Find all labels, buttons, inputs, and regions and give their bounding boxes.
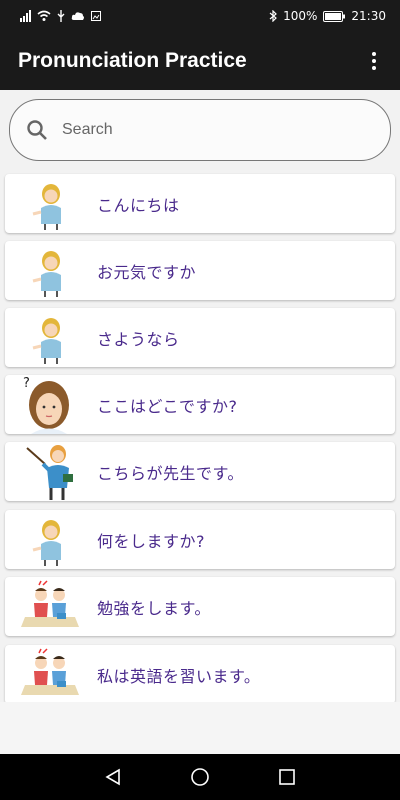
phrase-text: 私は英語を習います。 (97, 666, 261, 686)
students-studying-illustration (5, 577, 85, 636)
recents-square-icon[interactable] (272, 762, 302, 792)
signal-icon (20, 10, 31, 22)
navigation-bar (0, 754, 400, 800)
svg-text:?: ? (23, 376, 30, 391)
phrase-list: こんにちは お元気ですか さようなら ? ここはどこですか? こちらが先生です。… (0, 172, 400, 702)
battery-icon (323, 10, 346, 22)
woman-presenting-illustration (5, 174, 85, 233)
app-bar: Pronunciation Practice (0, 32, 400, 90)
status-bar: 100% 21:30 (0, 0, 400, 32)
back-triangle-icon[interactable] (98, 762, 128, 792)
list-item[interactable]: ? ここはどこですか? (5, 375, 395, 434)
wifi-icon (37, 10, 51, 21)
list-item[interactable]: さようなら (5, 308, 395, 367)
status-right: 100% 21:30 (269, 9, 386, 23)
phrase-text: 勉強をします。 (97, 598, 211, 618)
bluetooth-icon (269, 10, 277, 22)
students-studying-illustration (5, 645, 85, 702)
teacher-pointer-illustration (5, 442, 85, 501)
phrase-text: 何をしますか? (97, 531, 205, 551)
search-icon (27, 120, 47, 140)
woman-presenting-illustration (5, 308, 85, 367)
search-input[interactable] (62, 121, 342, 139)
more-vert-icon[interactable] (362, 46, 386, 76)
clock: 21:30 (351, 9, 386, 23)
woman-presenting-illustration (5, 510, 85, 569)
photo-icon (91, 11, 101, 21)
phrase-text: お元気ですか (97, 262, 197, 282)
phrase-text: こちらが先生です。 (97, 463, 244, 483)
status-left (20, 10, 101, 22)
list-bottom-area (0, 702, 400, 754)
home-circle-icon[interactable] (185, 762, 215, 792)
phrase-text: こんにちは (97, 195, 180, 215)
usb-icon (57, 10, 65, 22)
phrase-text: さようなら (97, 329, 180, 349)
list-item[interactable]: こちらが先生です。 (5, 442, 395, 501)
woman-question-illustration: ? (5, 375, 85, 434)
list-item[interactable]: 勉強をします。 (5, 577, 395, 636)
list-item[interactable]: お元気ですか (5, 241, 395, 300)
list-item[interactable]: 私は英語を習います。 (5, 645, 395, 702)
woman-presenting-illustration (5, 241, 85, 300)
battery-percent: 100% (283, 9, 318, 23)
search-bar[interactable] (9, 99, 391, 161)
phrase-text: ここはどこですか? (97, 396, 238, 416)
list-item[interactable]: 何をしますか? (5, 510, 395, 569)
list-item[interactable]: こんにちは (5, 174, 395, 233)
app-title: Pronunciation Practice (18, 49, 247, 72)
cloud-icon (71, 12, 84, 20)
